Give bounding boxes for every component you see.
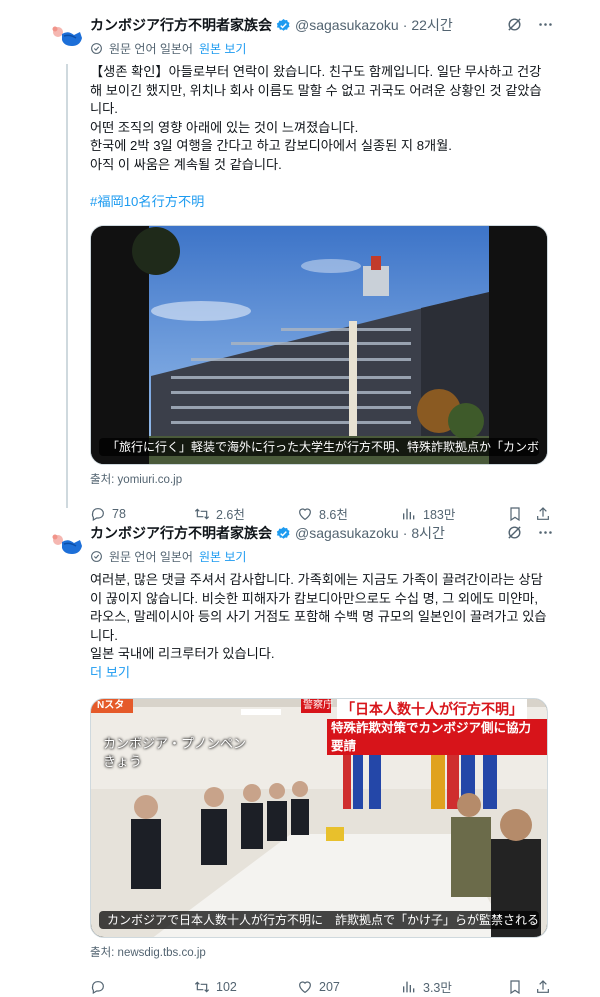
show-original-link[interactable]: 원본 보기 [199, 40, 247, 57]
view-count: 3.3만 [423, 981, 452, 996]
more-options-icon[interactable] [537, 16, 554, 33]
link-card-image[interactable]: 「旅行に行く」軽装で海外に行った大学生が行方不明、特殊詐欺拠点か「カンボ… [90, 224, 548, 465]
tweet-header-actions [506, 16, 554, 33]
tweet-header: カンボジア行方不明者家族会 @sagasukazoku · 8시간 [90, 522, 552, 544]
bookmark-icon [510, 980, 520, 995]
avatar-icon [52, 26, 82, 46]
separator-dot: · [402, 17, 408, 33]
tweet-time[interactable]: 8시간 [411, 523, 445, 543]
author-name[interactable]: カンボジア行方不明者家族会 [90, 15, 272, 35]
share-icon [537, 980, 549, 993]
retweet-icon [194, 981, 210, 993]
bookmark-button[interactable] [507, 979, 535, 995]
news-location-label: カンボジア・プノンペン きょう [103, 735, 247, 769]
author-handle[interactable]: @sagasukazoku [295, 525, 399, 541]
translated-from-label: 원문 언어 일본어 [109, 41, 193, 56]
reply-icon [91, 981, 104, 995]
news-headline-sub: 特殊詐欺対策でカンボジア側に協力要請 [327, 718, 547, 755]
tweet-header: カンボジア行方不明者家族会 @sagasukazoku · 22시간 [90, 14, 552, 36]
thread-line [66, 64, 68, 508]
news-headline-main: 「日本人数十人が行方不明」 [337, 698, 527, 719]
tweet-text: 【생존 확인】아들로부터 연락이 왔습니다. 친구도 함께입니다. 일단 무사하… [90, 64, 542, 172]
building-photo [91, 225, 547, 464]
views-chart-icon [403, 981, 415, 993]
news-program-tag: Nスタ [97, 699, 125, 711]
share-button[interactable] [535, 979, 551, 995]
like-count: 207 [319, 979, 340, 994]
show-original-link[interactable]: 원본 보기 [199, 548, 247, 565]
show-more-link[interactable]: 더 보기 [90, 664, 552, 682]
avatar-icon [52, 534, 82, 554]
tweet[interactable]: カンボジア行方不明者家族会 @sagasukazoku · 8시간 원문 언어 … [0, 508, 600, 995]
tweet[interactable]: カンボジア行方不明者家族会 @sagasukazoku · 22시간 원문 언어… [0, 0, 600, 522]
media-caption: カンボジアで日本人数十人が行方不明に 詐欺拠点で「かけ子」らが監禁される… [99, 910, 539, 929]
action-bar: 102 207 3.3만 [90, 977, 552, 997]
verified-badge-icon [276, 526, 290, 539]
separator-dot: · [402, 525, 408, 541]
reply-button[interactable] [90, 979, 194, 995]
heart-icon [299, 981, 311, 994]
hashtag-link[interactable]: #福岡10名行方不明 [90, 193, 552, 211]
translation-notice: 원문 언어 일본어 원본 보기 [90, 38, 552, 58]
author-handle[interactable]: @sagasukazoku [295, 17, 399, 33]
verified-badge-icon [276, 18, 290, 31]
translate-icon [91, 42, 102, 54]
news-agency-tag: 警察庁 [303, 699, 333, 711]
grok-icon[interactable] [506, 16, 523, 33]
link-source[interactable]: 출처: yomiuri.co.jp [90, 471, 552, 487]
media-caption: 「旅行に行く」軽装で海外に行った大学生が行方不明、特殊詐欺拠点か「カンボ… [99, 437, 539, 456]
translated-from-label: 원문 언어 일본어 [109, 549, 193, 564]
tweet-text: 여러분, 많은 댓글 주셔서 감사합니다. 가족회에는 지금도 가족이 끌려간이… [90, 572, 547, 662]
author-name[interactable]: カンボジア行方不明者家族会 [90, 523, 272, 543]
tweet-time[interactable]: 22시간 [411, 15, 452, 35]
grok-icon[interactable] [506, 524, 523, 541]
link-card-image[interactable]: Nスタ 警察庁 「日本人数十人が行方不明」 特殊詐欺対策でカンボジア側に協力要請… [90, 697, 548, 938]
avatar[interactable] [46, 528, 86, 568]
views-button[interactable]: 3.3만 [401, 977, 507, 996]
like-button[interactable]: 207 [297, 979, 401, 995]
more-options-icon[interactable] [537, 524, 554, 541]
translation-notice: 원문 언어 일본어 원본 보기 [90, 546, 552, 566]
link-source[interactable]: 출처: newsdig.tbs.co.jp [90, 944, 552, 960]
avatar[interactable] [46, 20, 86, 60]
translate-icon [91, 550, 102, 562]
retweet-count: 102 [216, 979, 237, 994]
tweet-header-actions [506, 524, 554, 541]
retweet-button[interactable]: 102 [194, 979, 297, 995]
